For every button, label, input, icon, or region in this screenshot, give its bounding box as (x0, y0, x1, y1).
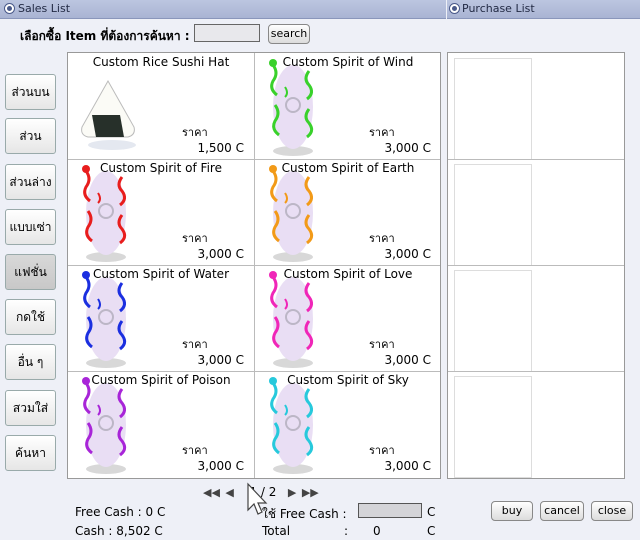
purchase-slot[interactable] (454, 58, 532, 160)
purchase-list-title: Purchase List (462, 2, 535, 15)
sales-list-title: Sales List (18, 2, 71, 15)
sales-list-titlebar[interactable]: Sales List (0, 0, 446, 19)
item-cell[interactable]: Custom Spirit of Water ราคา 3,000 C (68, 265, 254, 371)
last-page-icon[interactable]: ▶▶ (302, 486, 319, 499)
spirit-icon (269, 165, 314, 262)
cancel-button[interactable]: cancel (540, 501, 584, 521)
first-page-icon[interactable]: ◀◀ (203, 486, 220, 499)
purchase-slot[interactable] (454, 164, 532, 266)
use-free-cash-unit: C (427, 505, 436, 519)
item-cell[interactable]: Custom Spirit of Sky ราคา 3,000 C (255, 371, 441, 477)
item-price: 3,000 C (384, 353, 431, 367)
spirit-icon (269, 377, 314, 474)
purchase-slot[interactable] (454, 376, 532, 478)
item-price: 3,000 C (197, 353, 244, 367)
item-price: 3,000 C (384, 141, 431, 155)
item-name: Custom Spirit of Sky (287, 373, 409, 387)
price-label: ราคา (182, 338, 208, 351)
purchase-list-titlebar[interactable]: Purchase List (447, 0, 640, 19)
total-colon: : (344, 524, 349, 538)
item-name: Custom Spirit of Poison (91, 373, 231, 387)
price-label: ราคา (182, 126, 208, 139)
close-button[interactable]: close (591, 501, 633, 521)
spirit-icon (269, 271, 314, 368)
window-icon (4, 3, 15, 14)
item-name: Custom Spirit of Fire (100, 161, 222, 175)
price-label: ราคา (369, 338, 395, 351)
category-button-fashion[interactable]: แฟชั่น (5, 254, 56, 290)
item-cell[interactable]: Custom Rice Sushi Hat ราคา 1,500 C (68, 53, 254, 159)
purchase-slot[interactable] (454, 270, 532, 372)
free-cash-text: Free Cash : 0 C (75, 505, 166, 519)
category-button-top[interactable]: ส่วนบน (5, 74, 56, 110)
prev-page-icon[interactable]: ◀ (225, 486, 233, 499)
search-button[interactable]: search (268, 24, 310, 44)
item-cell[interactable]: Custom Spirit of Wind ราคา 3,000 C (255, 53, 441, 159)
item-price: 3,000 C (197, 459, 244, 473)
item-grid: Custom Rice Sushi Hat ราคา 1,500 C Custom S… (67, 52, 441, 479)
category-button-middle[interactable]: ส่วนกลาง (5, 118, 56, 177)
category-button-search[interactable]: ค้นหา (5, 435, 56, 471)
purchase-list (447, 52, 625, 479)
price-label: ราคา (369, 126, 395, 139)
item-price: 1,500 C (197, 141, 244, 155)
buy-button[interactable]: buy (491, 501, 533, 521)
price-label: ราคา (182, 232, 208, 245)
price-label: ราคา (182, 444, 208, 457)
window-icon (449, 3, 460, 14)
use-free-cash-input[interactable] (358, 503, 422, 518)
item-name: Custom Spirit of Earth (281, 161, 415, 175)
spirit-icon (269, 59, 314, 156)
item-cell[interactable]: Custom Spirit of Poison ราคา 3,000 C (68, 371, 254, 477)
use-free-cash-label: ใช้ Free Cash : (262, 507, 347, 521)
item-price: 3,000 C (384, 247, 431, 261)
category-button-bottom[interactable]: ส่วนล่าง (5, 164, 56, 200)
spirit-icon (82, 377, 127, 474)
category-button-wearing[interactable]: สวมใส่ (5, 390, 56, 426)
category-button-other[interactable]: อื่น ๆ (5, 344, 56, 380)
item-price: 3,000 C (384, 459, 431, 473)
search-input[interactable] (194, 24, 260, 42)
cash-text: Cash : 8,502 C (75, 524, 163, 538)
item-price: 3,000 C (197, 247, 244, 261)
total-unit: C (427, 524, 436, 538)
category-button-usable[interactable]: กดใช้งาน (5, 299, 56, 358)
item-name: Custom Spirit of Water (93, 267, 229, 281)
search-label: เลือกซื้อ Item ที่ต้องการค้นหา : (20, 29, 190, 43)
price-label: ราคา (369, 232, 395, 245)
purchase-divider (448, 265, 624, 266)
item-name: Custom Spirit of Love (283, 267, 413, 281)
total-label: Total (262, 524, 291, 538)
rice-ball-icon (81, 79, 136, 150)
category-button-set[interactable]: แบบเซ่า (5, 209, 56, 245)
spirit-icon (82, 271, 127, 368)
total-value: 0 (373, 524, 381, 538)
item-name: Custom Spirit of Wind (282, 55, 414, 69)
item-cell[interactable]: Custom Spirit of Earth ราคา 3,000 C (255, 159, 441, 265)
item-name: Custom Rice Sushi Hat (92, 55, 230, 69)
next-page-icon[interactable]: ▶ (288, 486, 296, 499)
item-cell[interactable]: Custom Spirit of Love ราคา 3,000 C (255, 265, 441, 371)
purchase-divider (448, 159, 624, 160)
price-label: ราคา (369, 444, 395, 457)
spirit-icon (82, 165, 127, 262)
item-cell[interactable]: Custom Spirit of Fire ราคา 3,000 C (68, 159, 254, 265)
purchase-scrollbar[interactable] (627, 52, 639, 479)
purchase-divider (448, 371, 624, 372)
